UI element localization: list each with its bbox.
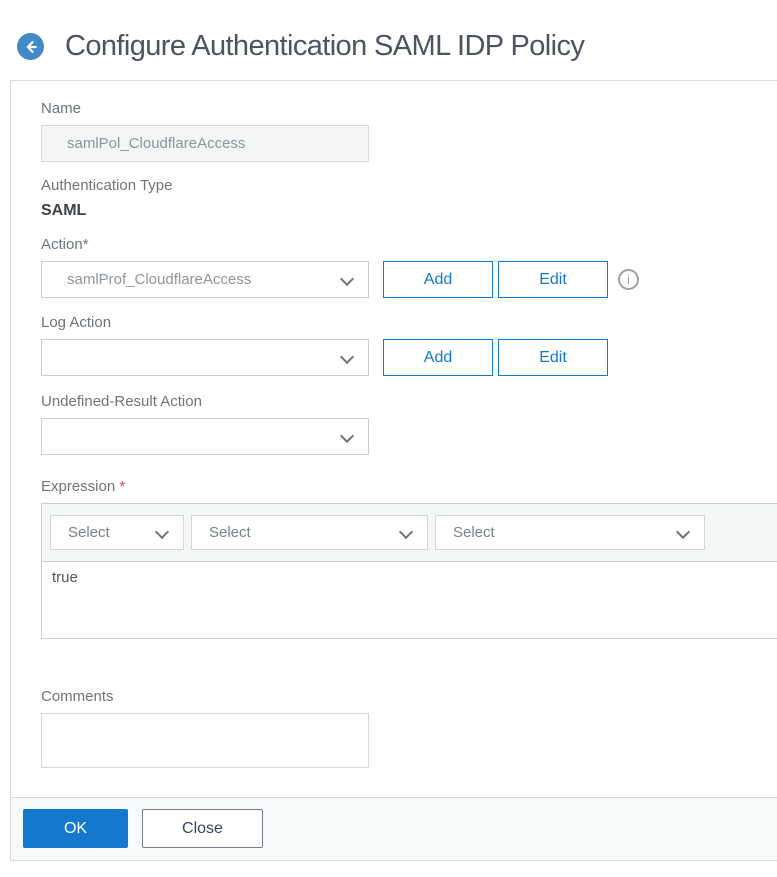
required-asterisk: * xyxy=(119,478,126,495)
action-edit-button[interactable]: Edit xyxy=(498,261,608,298)
log-action-label: Log Action xyxy=(41,314,112,331)
action-add-button[interactable]: Add xyxy=(383,261,493,298)
log-action-edit-button[interactable]: Edit xyxy=(498,339,608,376)
close-button[interactable]: Close xyxy=(142,809,263,848)
ok-button[interactable]: OK xyxy=(23,809,128,848)
chevron-down-icon xyxy=(398,524,414,540)
expression-select-1-value: Select xyxy=(68,524,110,541)
action-select-value: samlProf_CloudflareAccess xyxy=(67,271,252,288)
action-label: Action* xyxy=(41,236,89,253)
comments-label: Comments xyxy=(41,688,114,705)
form-body: Name Authentication Type SAML Action* sa… xyxy=(11,81,777,797)
chevron-down-icon xyxy=(339,428,355,444)
back-button[interactable] xyxy=(17,33,44,60)
action-select[interactable]: samlProf_CloudflareAccess xyxy=(41,261,369,298)
page-header: Configure Authentication SAML IDP Policy xyxy=(0,0,777,63)
name-input xyxy=(41,125,369,162)
authentication-type-label: Authentication Type xyxy=(41,177,173,194)
expression-label: Expression * xyxy=(41,478,777,495)
log-action-select[interactable] xyxy=(41,339,369,376)
comments-textarea[interactable] xyxy=(41,713,369,768)
chevron-down-icon xyxy=(339,349,355,365)
expression-select-3[interactable]: Select xyxy=(435,515,705,550)
action-row: samlProf_CloudflareAccess Add Edit i xyxy=(41,261,777,298)
name-label: Name xyxy=(41,100,82,117)
expression-label-text: Expression xyxy=(41,478,116,495)
expression-select-1[interactable]: Select xyxy=(50,515,184,550)
expression-builder: Select Select Select true xyxy=(41,503,777,639)
log-action-add-button[interactable]: Add xyxy=(383,339,493,376)
expression-select-2-value: Select xyxy=(209,524,251,541)
undefined-result-action-label: Undefined-Result Action xyxy=(41,393,202,410)
expression-builder-toolbar: Select Select Select xyxy=(42,504,777,562)
undefined-result-action-select[interactable] xyxy=(41,418,369,455)
footer-bar: OK Close xyxy=(11,797,777,860)
expression-editor[interactable]: true xyxy=(42,562,777,638)
authentication-type-value: SAML xyxy=(41,202,87,219)
page-title: Configure Authentication SAML IDP Policy xyxy=(65,30,585,62)
chevron-down-icon xyxy=(675,524,691,540)
chevron-down-icon xyxy=(154,524,170,540)
form-panel: Name Authentication Type SAML Action* sa… xyxy=(10,80,777,861)
log-action-row: Add Edit xyxy=(41,339,777,376)
expression-select-3-value: Select xyxy=(453,524,495,541)
info-circle-icon[interactable]: i xyxy=(618,269,639,290)
expression-select-2[interactable]: Select xyxy=(191,515,428,550)
chevron-down-icon xyxy=(339,271,355,287)
arrow-left-icon xyxy=(23,39,39,55)
